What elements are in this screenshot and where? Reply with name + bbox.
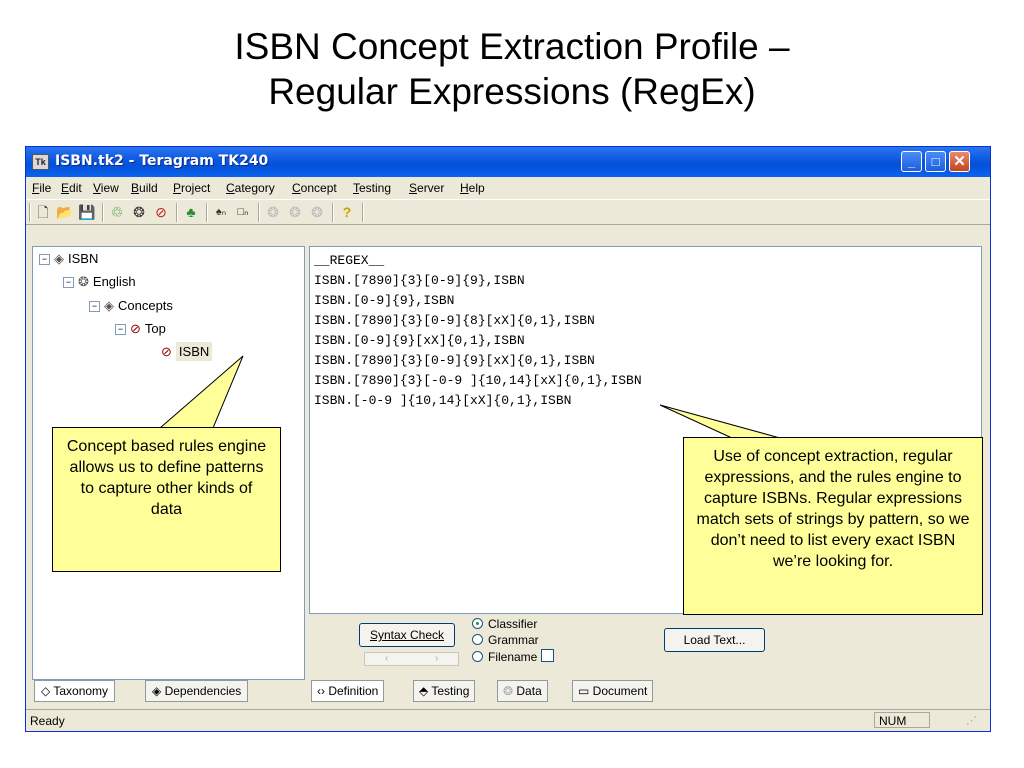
left-callout-text: Concept based rules engine allows us to … <box>66 438 267 518</box>
left-callout-pointer <box>158 355 244 429</box>
left-callout: Concept based rules engine allows us to … <box>52 427 281 572</box>
callout-pointers <box>158 355 781 439</box>
right-callout: Use of concept extraction, regular expre… <box>683 437 983 615</box>
right-callout-text: Use of concept extraction, regular expre… <box>696 448 970 570</box>
right-callout-pointer <box>659 404 781 439</box>
